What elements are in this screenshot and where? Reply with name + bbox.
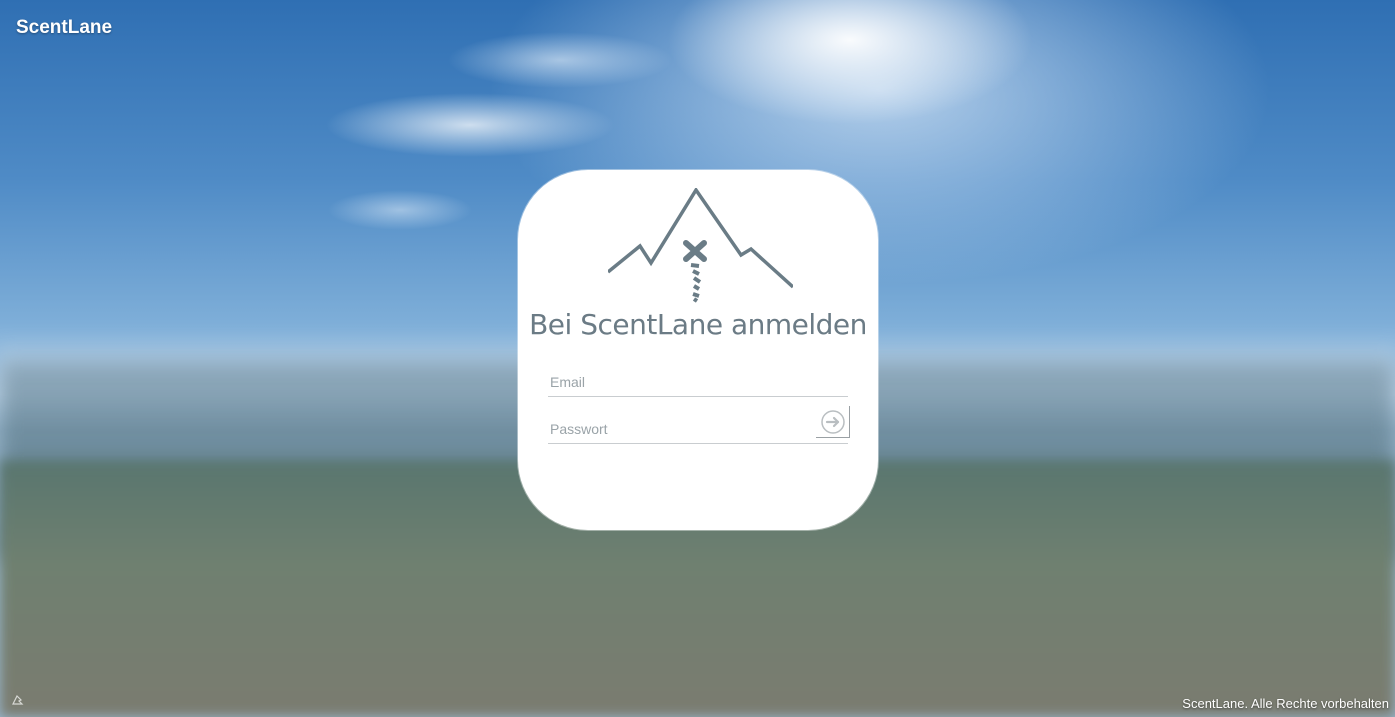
- login-screen: ScentLane Bei ScentLane anmelden Email S…: [0, 0, 1395, 717]
- arrow-right-circle-icon: [820, 409, 845, 434]
- mountain-logo-icon: [608, 188, 793, 303]
- login-heading: Bei ScentLane anmelden: [529, 308, 867, 341]
- resize-handle-icon[interactable]: [10, 691, 26, 707]
- email-field[interactable]: [548, 367, 848, 397]
- login-card: Bei ScentLane anmelden: [518, 170, 878, 530]
- footer-copyright: ScentLane. Alle Rechte vorbehalten: [1182, 696, 1389, 711]
- password-field[interactable]: [548, 414, 848, 444]
- login-submit-button[interactable]: [816, 406, 850, 438]
- app-title: ScentLane: [16, 17, 113, 38]
